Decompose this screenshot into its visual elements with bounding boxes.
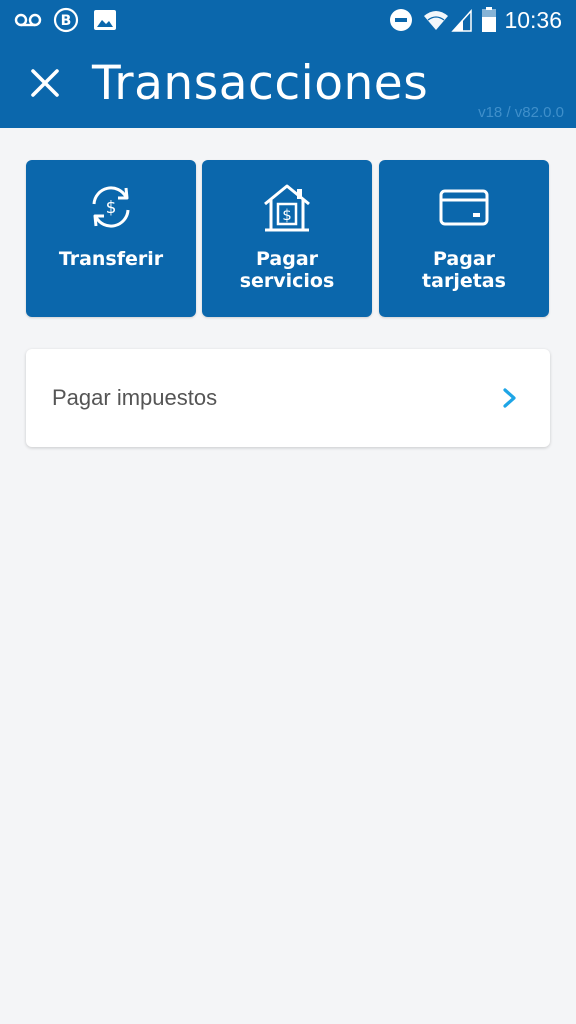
- pay-cards-label: Pagar tarjetas: [422, 248, 506, 292]
- b-app-icon: B: [52, 6, 80, 34]
- transfer-money-icon: $: [92, 186, 130, 228]
- svg-text:B: B: [61, 13, 72, 29]
- signal-icon: [451, 6, 473, 34]
- version-label: v18 / v82.0.0: [478, 104, 564, 121]
- svg-text:$: $: [282, 206, 292, 224]
- app-header: B 10:36 Transacciones v18 / v82.0.0: [0, 0, 576, 128]
- pay-services-label: Pagar servicios: [239, 248, 335, 292]
- close-icon: [31, 69, 59, 97]
- chevron-right-icon: [503, 388, 516, 408]
- do-not-disturb-icon: [388, 6, 414, 34]
- transfer-label: Transferir: [58, 248, 164, 270]
- pay-cards-button[interactable]: Pagar tarjetas: [379, 160, 549, 317]
- transfer-button[interactable]: $ Transferir: [26, 160, 196, 317]
- house-money-icon: $: [264, 184, 310, 232]
- voicemail-icon: [14, 6, 42, 34]
- wifi-icon: [423, 6, 449, 34]
- pay-taxes-label: Pagar impuestos: [52, 385, 218, 410]
- close-button[interactable]: [26, 64, 64, 102]
- pay-taxes-item[interactable]: Pagar impuestos: [26, 349, 550, 447]
- credit-card-icon: [439, 189, 489, 226]
- image-icon: [92, 6, 118, 34]
- battery-icon: [481, 6, 497, 34]
- pay-services-button[interactable]: $ Pagar servicios: [202, 160, 372, 317]
- svg-text:$: $: [106, 198, 117, 218]
- status-time: 10:36: [504, 7, 562, 33]
- page-title: Transacciones: [92, 56, 429, 111]
- status-bar: B 10:36: [0, 0, 576, 40]
